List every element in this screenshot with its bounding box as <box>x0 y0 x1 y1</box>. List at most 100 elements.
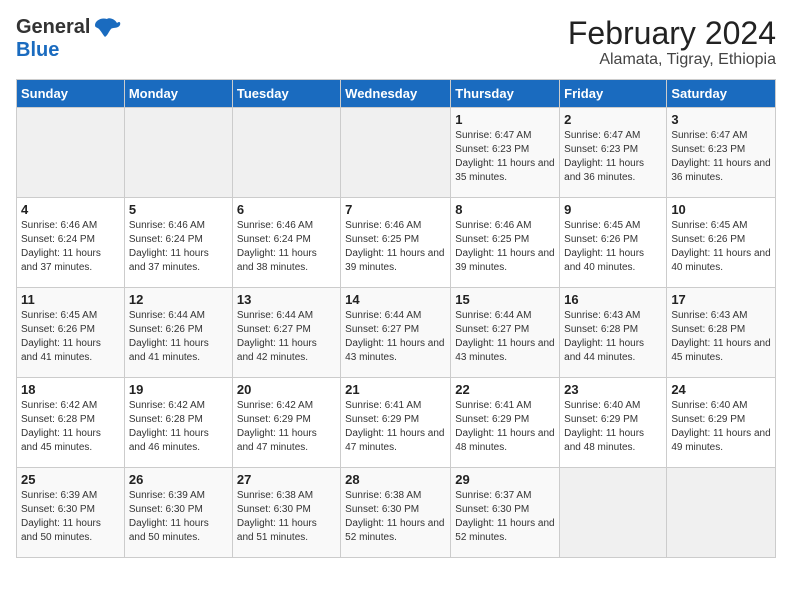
day-number: 7 <box>345 202 446 217</box>
calendar-cell: 23 Sunrise: 6:40 AMSunset: 6:29 PMDayligh… <box>560 378 667 468</box>
calendar-cell: 18 Sunrise: 6:42 AMSunset: 6:28 PMDayligh… <box>17 378 125 468</box>
day-info: Sunrise: 6:44 AMSunset: 6:27 PMDaylight:… <box>345 309 446 365</box>
calendar-cell <box>124 108 232 198</box>
weekday-header-row: SundayMondayTuesdayWednesdayThursdayFrid… <box>17 80 776 108</box>
day-number: 20 <box>237 382 336 397</box>
day-info: Sunrise: 6:46 AMSunset: 6:24 PMDaylight:… <box>21 219 120 275</box>
day-number: 23 <box>564 382 662 397</box>
calendar-cell: 24 Sunrise: 6:40 AMSunset: 6:29 PMDayligh… <box>667 378 776 468</box>
day-info: Sunrise: 6:45 AMSunset: 6:26 PMDaylight:… <box>21 309 120 365</box>
day-info: Sunrise: 6:40 AMSunset: 6:29 PMDaylight:… <box>564 399 662 455</box>
logo: General Blue <box>16 16 121 62</box>
calendar-cell: 20 Sunrise: 6:42 AMSunset: 6:29 PMDayligh… <box>232 378 340 468</box>
day-number: 1 <box>455 112 555 127</box>
weekday-header-tuesday: Tuesday <box>232 80 340 108</box>
calendar-cell: 2 Sunrise: 6:47 AMSunset: 6:23 PMDaylight… <box>560 108 667 198</box>
calendar-week-row: 1 Sunrise: 6:47 AMSunset: 6:23 PMDaylight… <box>17 108 776 198</box>
day-number: 5 <box>129 202 228 217</box>
calendar-cell: 3 Sunrise: 6:47 AMSunset: 6:23 PMDaylight… <box>667 108 776 198</box>
calendar-cell: 1 Sunrise: 6:47 AMSunset: 6:23 PMDaylight… <box>451 108 560 198</box>
page-header: General Blue February 2024 Alamata, Tigr… <box>16 16 776 69</box>
weekday-header-friday: Friday <box>560 80 667 108</box>
calendar-header: SundayMondayTuesdayWednesdayThursdayFrid… <box>17 80 776 108</box>
logo-general-text: General <box>16 16 90 39</box>
day-number: 6 <box>237 202 336 217</box>
weekday-header-monday: Monday <box>124 80 232 108</box>
calendar-cell: 8Sunrise: 6:46 AMSunset: 6:25 PMDaylight… <box>451 198 560 288</box>
calendar-cell <box>232 108 340 198</box>
day-number: 10 <box>671 202 771 217</box>
calendar-cell: 25 Sunrise: 6:39 AMSunset: 6:30 PMDayligh… <box>17 468 125 558</box>
calendar-cell <box>560 468 667 558</box>
day-info: Sunrise: 6:42 AMSunset: 6:28 PMDaylight:… <box>21 399 120 455</box>
day-info: Sunrise: 6:41 AMSunset: 6:29 PMDaylight:… <box>455 399 555 455</box>
calendar-cell: 28Sunrise: 6:38 AMSunset: 6:30 PMDayligh… <box>341 468 451 558</box>
day-number: 16 <box>564 292 662 307</box>
calendar-cell: 12 Sunrise: 6:44 AMSunset: 6:26 PMDayligh… <box>124 288 232 378</box>
day-info: Sunrise: 6:39 AMSunset: 6:30 PMDaylight:… <box>21 489 120 545</box>
day-number: 22 <box>455 382 555 397</box>
day-number: 2 <box>564 112 662 127</box>
day-number: 18 <box>21 382 120 397</box>
day-number: 15 <box>455 292 555 307</box>
day-number: 27 <box>237 472 336 487</box>
day-info: Sunrise: 6:47 AMSunset: 6:23 PMDaylight:… <box>671 129 771 185</box>
day-number: 26 <box>129 472 228 487</box>
day-info: Sunrise: 6:46 AMSunset: 6:24 PMDaylight:… <box>129 219 228 275</box>
day-info: Sunrise: 6:42 AMSunset: 6:29 PMDaylight:… <box>237 399 336 455</box>
day-info: Sunrise: 6:46 AMSunset: 6:25 PMDaylight:… <box>455 219 555 275</box>
day-info: Sunrise: 6:43 AMSunset: 6:28 PMDaylight:… <box>564 309 662 365</box>
calendar-cell: 6 Sunrise: 6:46 AMSunset: 6:24 PMDaylight… <box>232 198 340 288</box>
calendar-body: 1 Sunrise: 6:47 AMSunset: 6:23 PMDaylight… <box>17 108 776 558</box>
day-info: Sunrise: 6:37 AMSunset: 6:30 PMDaylight:… <box>455 489 555 545</box>
title-area: February 2024 Alamata, Tigray, Ethiopia <box>568 16 776 69</box>
calendar-cell: 4Sunrise: 6:46 AMSunset: 6:24 PMDaylight… <box>17 198 125 288</box>
calendar-cell: 9Sunrise: 6:45 AMSunset: 6:26 PMDaylight… <box>560 198 667 288</box>
day-number: 24 <box>671 382 771 397</box>
day-number: 21 <box>345 382 446 397</box>
day-info: Sunrise: 6:42 AMSunset: 6:28 PMDaylight:… <box>129 399 228 455</box>
day-info: Sunrise: 6:46 AMSunset: 6:24 PMDaylight:… <box>237 219 336 275</box>
calendar-cell: 19 Sunrise: 6:42 AMSunset: 6:28 PMDayligh… <box>124 378 232 468</box>
weekday-header-sunday: Sunday <box>17 80 125 108</box>
day-number: 13 <box>237 292 336 307</box>
calendar-cell: 10Sunrise: 6:45 AMSunset: 6:26 PMDayligh… <box>667 198 776 288</box>
calendar-cell <box>341 108 451 198</box>
day-info: Sunrise: 6:38 AMSunset: 6:30 PMDaylight:… <box>237 489 336 545</box>
day-info: Sunrise: 6:44 AMSunset: 6:26 PMDaylight:… <box>129 309 228 365</box>
day-number: 19 <box>129 382 228 397</box>
calendar-cell: 29 Sunrise: 6:37 AMSunset: 6:30 PMDayligh… <box>451 468 560 558</box>
calendar-table: SundayMondayTuesdayWednesdayThursdayFrid… <box>16 79 776 558</box>
calendar-week-row: 4Sunrise: 6:46 AMSunset: 6:24 PMDaylight… <box>17 198 776 288</box>
day-number: 12 <box>129 292 228 307</box>
weekday-header-saturday: Saturday <box>667 80 776 108</box>
day-number: 14 <box>345 292 446 307</box>
page-title: February 2024 <box>568 16 776 51</box>
calendar-cell: 26 Sunrise: 6:39 AMSunset: 6:30 PMDayligh… <box>124 468 232 558</box>
calendar-cell: 15 Sunrise: 6:44 AMSunset: 6:27 PMDayligh… <box>451 288 560 378</box>
calendar-week-row: 25 Sunrise: 6:39 AMSunset: 6:30 PMDayligh… <box>17 468 776 558</box>
logo-bird-icon <box>93 17 121 39</box>
page-subtitle: Alamata, Tigray, Ethiopia <box>568 51 776 69</box>
day-number: 3 <box>671 112 771 127</box>
day-info: Sunrise: 6:44 AMSunset: 6:27 PMDaylight:… <box>455 309 555 365</box>
day-info: Sunrise: 6:39 AMSunset: 6:30 PMDaylight:… <box>129 489 228 545</box>
calendar-cell: 21Sunrise: 6:41 AMSunset: 6:29 PMDayligh… <box>341 378 451 468</box>
calendar-cell: 17Sunrise: 6:43 AMSunset: 6:28 PMDayligh… <box>667 288 776 378</box>
day-info: Sunrise: 6:47 AMSunset: 6:23 PMDaylight:… <box>564 129 662 185</box>
calendar-cell: 16 Sunrise: 6:43 AMSunset: 6:28 PMDayligh… <box>560 288 667 378</box>
calendar-cell: 27 Sunrise: 6:38 AMSunset: 6:30 PMDayligh… <box>232 468 340 558</box>
calendar-week-row: 18 Sunrise: 6:42 AMSunset: 6:28 PMDayligh… <box>17 378 776 468</box>
calendar-cell <box>17 108 125 198</box>
calendar-cell: 22 Sunrise: 6:41 AMSunset: 6:29 PMDayligh… <box>451 378 560 468</box>
calendar-cell: 5 Sunrise: 6:46 AMSunset: 6:24 PMDaylight… <box>124 198 232 288</box>
day-number: 9 <box>564 202 662 217</box>
weekday-header-thursday: Thursday <box>451 80 560 108</box>
calendar-cell: 7 Sunrise: 6:46 AMSunset: 6:25 PMDaylight… <box>341 198 451 288</box>
day-number: 29 <box>455 472 555 487</box>
day-info: Sunrise: 6:47 AMSunset: 6:23 PMDaylight:… <box>455 129 555 185</box>
day-number: 11 <box>21 292 120 307</box>
day-number: 25 <box>21 472 120 487</box>
day-info: Sunrise: 6:40 AMSunset: 6:29 PMDaylight:… <box>671 399 771 455</box>
day-info: Sunrise: 6:46 AMSunset: 6:25 PMDaylight:… <box>345 219 446 275</box>
